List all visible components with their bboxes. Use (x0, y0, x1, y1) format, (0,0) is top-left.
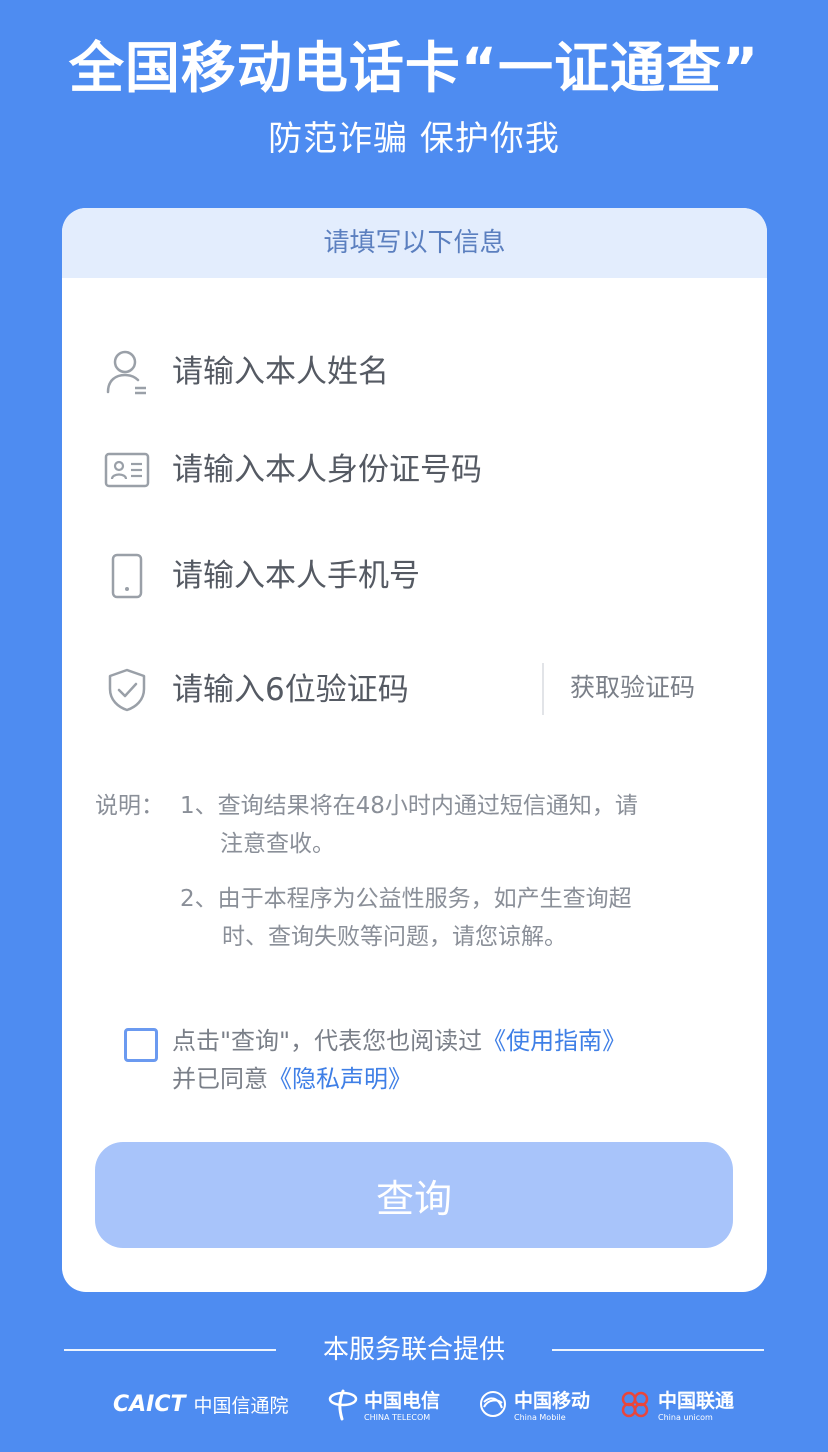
card-tab-corner-right (637, 278, 767, 318)
user-guide-link[interactable]: 《使用指南》 (482, 1027, 626, 1055)
telecom-emblem-icon (328, 1389, 358, 1421)
mobile-name: 中国移动 (514, 1389, 591, 1412)
china-telecom-logo: 中国电信 CHINA TELECOM (328, 1382, 440, 1426)
user-icon (102, 347, 152, 397)
unicom-name: 中国联通 (658, 1389, 735, 1412)
caict-name: 中国信通院 (193, 1394, 289, 1417)
note-item-2-line-2: 时、查询失败等问题，请您谅解。 (222, 924, 567, 950)
china-unicom-logo: 中国联通 China unicom (618, 1382, 734, 1426)
unicom-knot-icon (621, 1391, 649, 1418)
mobile-emblem-icon (480, 1391, 506, 1417)
mobile-sub: China Mobile (514, 1412, 566, 1422)
china-mobile-logo: 中国移动 China Mobile (478, 1382, 590, 1426)
get-code-button[interactable]: 获取验证码 (570, 670, 695, 706)
phone-input[interactable]: 请输入本人手机号 (172, 554, 420, 598)
privacy-policy-link[interactable]: 《隐私声明》 (268, 1065, 412, 1093)
caict-mark: CAICT (113, 1391, 186, 1417)
telecom-sub: CHINA TELECOM (364, 1412, 431, 1422)
page-title: 全国移动电话卡“一证通查” (68, 36, 760, 100)
name-field[interactable]: 请输入本人姓名 (102, 342, 742, 402)
name-input[interactable]: 请输入本人姓名 (172, 350, 389, 394)
agree-checkbox[interactable] (124, 1028, 158, 1062)
code-field[interactable]: 请输入6位验证码 (102, 660, 522, 720)
notes-label: 说明： (95, 793, 164, 819)
phone-icon (102, 551, 152, 601)
note-item-1-line-1: 1、查询结果将在48小时内通过短信通知，请 (180, 793, 638, 819)
shield-check-icon (102, 665, 152, 715)
agreement-line-1: 点击"查询"，代表您也阅读过《使用指南》 (172, 1023, 626, 1059)
agreement-line-2: 并已同意《隐私声明》 (172, 1061, 412, 1097)
query-form-card: 请填写以下信息 请输入本人姓名 请输入本人身份证号码 请输入本人手机号 请输入6… (62, 208, 767, 1292)
page-subtitle: 防范诈骗 保护你我 (268, 119, 560, 159)
section-label: 请填写以下信息 (323, 228, 506, 258)
id-card-icon (102, 445, 152, 495)
agreement-text-2: 并已同意 (172, 1065, 268, 1093)
code-input[interactable]: 请输入6位验证码 (172, 668, 409, 712)
code-divider (542, 663, 544, 715)
footer-provided-by: 本服务联合提供 (322, 1335, 505, 1365)
id-number-field[interactable]: 请输入本人身份证号码 (102, 440, 742, 500)
partner-logos: CAICT 中国信通院 中国电信 CHINA TELECOM 中国移动 Chin… (0, 1382, 828, 1426)
telecom-name: 中国电信 (364, 1389, 441, 1412)
unicom-sub: China unicom (658, 1412, 713, 1422)
agreement-text-1: 点击"查询"，代表您也阅读过 (172, 1027, 483, 1055)
id-number-input[interactable]: 请输入本人身份证号码 (172, 448, 482, 492)
query-button[interactable]: 查询 (95, 1142, 733, 1248)
caict-logo: CAICT 中国信通院 (113, 1382, 289, 1426)
note-item-2-line-1: 2、由于本程序为公益性服务，如产生查询超 (180, 886, 632, 912)
card-tab-corner-left (62, 278, 192, 318)
note-item-1-line-2: 注意查收。 (220, 831, 335, 857)
phone-field[interactable]: 请输入本人手机号 (102, 546, 742, 606)
